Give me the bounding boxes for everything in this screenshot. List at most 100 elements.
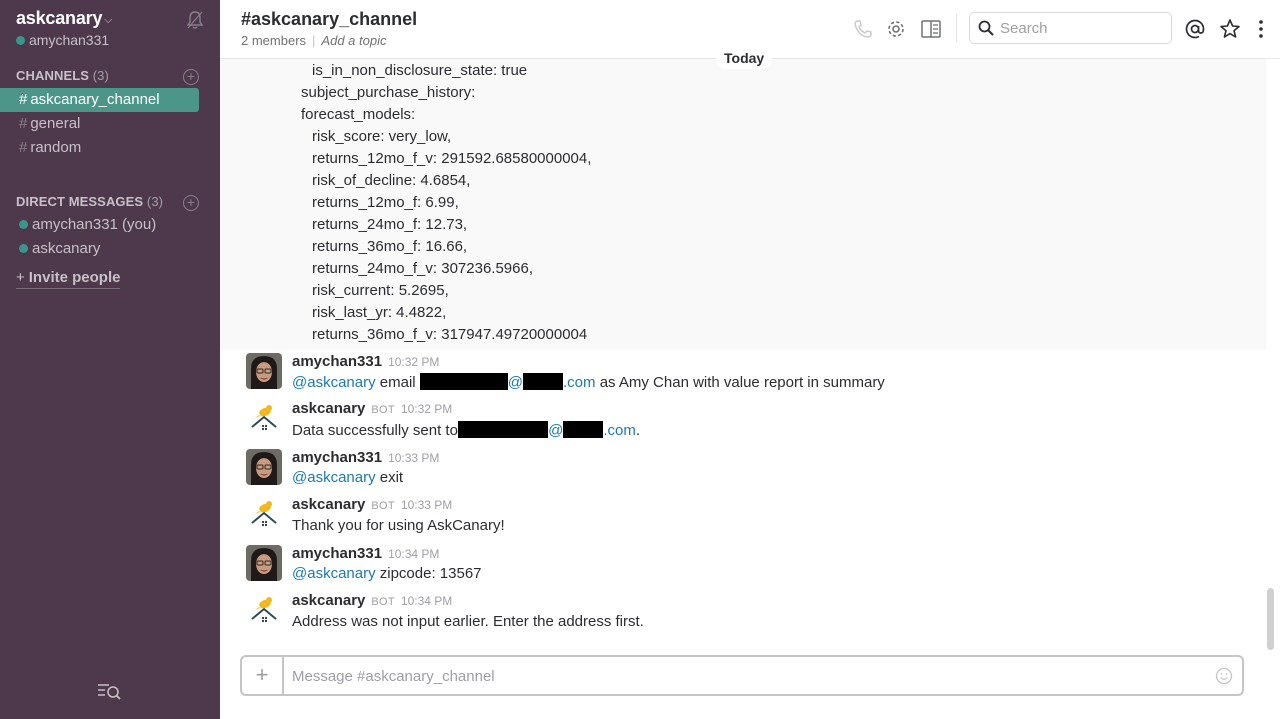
- message-line: risk_of_decline: 4.6854,: [312, 172, 471, 189]
- day-divider: Today: [716, 47, 773, 69]
- message-author[interactable]: amychan331: [292, 353, 382, 370]
- more-vertical-icon[interactable]: [1250, 18, 1272, 40]
- dm-title[interactable]: DIRECT MESSAGES: [16, 194, 143, 209]
- message-text: Data successfully sent to: [292, 422, 463, 439]
- add-channel-icon[interactable]: +: [183, 69, 199, 85]
- channel-meta: 2 members | Add a topic: [241, 33, 386, 48]
- message-line: returns_12mo_f: 6.99,: [312, 194, 459, 211]
- bot-avatar[interactable]: [246, 497, 282, 533]
- message-author[interactable]: amychan331: [292, 545, 382, 562]
- message-line: forecast_models:: [301, 106, 416, 123]
- search-box[interactable]: [969, 12, 1172, 44]
- message-text: as Amy Chan with value report in summary: [595, 374, 885, 391]
- message-header: askcanary BOT 10:34 PM: [292, 592, 452, 609]
- message-input[interactable]: [292, 665, 1192, 687]
- redacted-block: [419, 373, 508, 390]
- bot-badge: BOT: [371, 500, 395, 512]
- sidebar-item-askcanary-channel[interactable]: # askcanary_channel: [0, 88, 199, 112]
- dm-label: askcanary: [32, 240, 101, 257]
- message-line: returns_12mo_f_v: 291592.68580000004,: [312, 150, 592, 167]
- add-topic-link[interactable]: Add a topic: [321, 33, 386, 48]
- email-at[interactable]: @: [548, 422, 563, 439]
- message-author[interactable]: askcanary: [292, 592, 365, 609]
- message-author[interactable]: askcanary: [292, 400, 365, 417]
- attach-button[interactable]: +: [242, 657, 284, 694]
- message-text: email: [375, 374, 420, 391]
- message-header: amychan331 10:34 PM: [292, 545, 439, 562]
- members-count[interactable]: 2 members: [241, 33, 306, 48]
- gear-icon[interactable]: [885, 18, 907, 40]
- bot-avatar[interactable]: [246, 401, 282, 437]
- bell-icon[interactable]: [186, 10, 204, 30]
- message-time[interactable]: 10:32 PM: [388, 355, 439, 369]
- channels-count: (3): [92, 68, 109, 83]
- invite-people-link[interactable]: + Invite people: [16, 269, 121, 289]
- hash-icon: #: [19, 115, 28, 132]
- bot-avatar[interactable]: [246, 593, 282, 629]
- message-body: Data successfully sent to @ .com.: [292, 421, 640, 439]
- message-pane[interactable]: is_in_non_disclosure_state: true subject…: [220, 59, 1266, 649]
- avatar[interactable]: [246, 353, 282, 389]
- channel-label: random: [30, 139, 82, 156]
- avatar[interactable]: [246, 449, 282, 485]
- message-header: amychan331 10:32 PM: [292, 353, 439, 370]
- message-body: Thank you for using AskCanary!: [292, 517, 505, 534]
- scrollbar[interactable]: [1267, 588, 1274, 650]
- search-input[interactable]: [1000, 18, 1165, 38]
- message-line: subject_purchase_history:: [301, 84, 476, 101]
- sidebar-panel-icon[interactable]: [920, 18, 942, 40]
- message-author[interactable]: amychan331: [292, 449, 382, 466]
- sidebar-item-dm-self[interactable]: amychan331 (you): [19, 216, 156, 233]
- message-time[interactable]: 10:34 PM: [401, 594, 452, 608]
- message-composer: +: [240, 655, 1244, 696]
- message-time[interactable]: 10:34 PM: [388, 547, 439, 561]
- message-time[interactable]: 10:33 PM: [388, 451, 439, 465]
- message-text: zipcode: 13567: [375, 565, 482, 582]
- mention-link[interactable]: @askcanary: [292, 374, 376, 391]
- current-user[interactable]: amychan331: [16, 32, 109, 48]
- message-line: returns_24mo_f: 12.73,: [312, 216, 468, 233]
- message-line: returns_36mo_f_v: 317947.49720000004: [312, 326, 588, 343]
- add-dm-icon[interactable]: +: [183, 195, 199, 211]
- at-icon[interactable]: [1184, 18, 1206, 40]
- dm-label: amychan331 (you): [32, 216, 157, 233]
- avatar[interactable]: [246, 545, 282, 581]
- plus-icon: +: [16, 269, 25, 286]
- hash-icon: #: [19, 139, 28, 156]
- smiley-icon[interactable]: [1215, 667, 1233, 685]
- header-divider: [956, 14, 957, 42]
- message-time[interactable]: 10:33 PM: [401, 498, 452, 512]
- mention-link[interactable]: @askcanary: [292, 565, 376, 582]
- hash-icon: #: [19, 91, 28, 108]
- team-header[interactable]: askcanary ⌵ amychan331: [16, 8, 206, 50]
- email-domain[interactable]: .com: [603, 422, 636, 439]
- message-line: risk_current: 5.2695,: [312, 282, 449, 299]
- sidebar-item-general[interactable]: # general: [0, 112, 199, 136]
- channels-header[interactable]: CHANNELS (3): [16, 68, 109, 83]
- message-line: risk_score: very_low,: [312, 128, 452, 145]
- redacted-block: [458, 421, 549, 438]
- current-user-name: amychan331: [29, 32, 110, 48]
- quick-switcher-icon[interactable]: [97, 681, 123, 701]
- message-line: returns_24mo_f_v: 307236.5966,: [312, 260, 533, 277]
- presence-dot: [19, 220, 28, 229]
- phone-icon[interactable]: [852, 18, 874, 40]
- chevron-down-icon[interactable]: ⌵: [104, 14, 112, 27]
- email-at[interactable]: @: [508, 374, 523, 391]
- message-header: askcanary BOT 10:32 PM: [292, 400, 452, 417]
- team-name[interactable]: askcanary: [16, 8, 102, 29]
- direct-messages-header[interactable]: DIRECT MESSAGES (3): [16, 194, 163, 209]
- channel-title[interactable]: #askcanary_channel: [241, 9, 417, 30]
- sidebar-item-dm-askcanary[interactable]: askcanary: [19, 240, 100, 257]
- message-text: .: [635, 422, 640, 439]
- star-icon[interactable]: [1219, 18, 1241, 40]
- channels-title[interactable]: CHANNELS: [16, 68, 89, 83]
- channel-label: askcanary_channel: [30, 91, 160, 108]
- message-time[interactable]: 10:32 PM: [401, 402, 452, 416]
- sidebar-item-random[interactable]: # random: [0, 136, 199, 160]
- mention-link[interactable]: @askcanary: [292, 469, 376, 486]
- message-author[interactable]: askcanary: [292, 496, 365, 513]
- message-text: Thank you for using AskCanary!: [292, 517, 505, 534]
- invite-label: Invite people: [28, 269, 121, 286]
- email-domain[interactable]: .com: [563, 374, 596, 391]
